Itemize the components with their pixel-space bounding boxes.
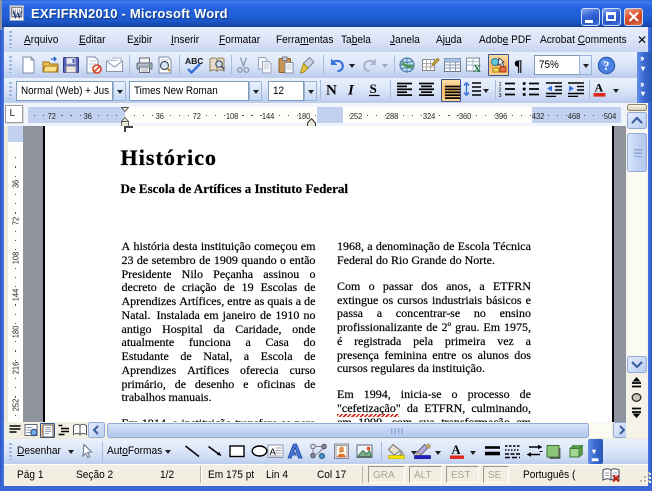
svg-text:X: X — [473, 63, 481, 74]
svg-text:A: A — [452, 443, 461, 457]
svg-text:W: W — [12, 11, 22, 21]
svg-text:I: I — [347, 83, 355, 98]
svg-text:3: 3 — [499, 93, 502, 97]
svg-text:S: S — [370, 81, 377, 96]
svg-text:N: N — [326, 83, 337, 98]
svg-text:?: ? — [603, 59, 609, 73]
svg-text:A: A — [595, 81, 604, 95]
svg-text:¶: ¶ — [514, 58, 523, 74]
